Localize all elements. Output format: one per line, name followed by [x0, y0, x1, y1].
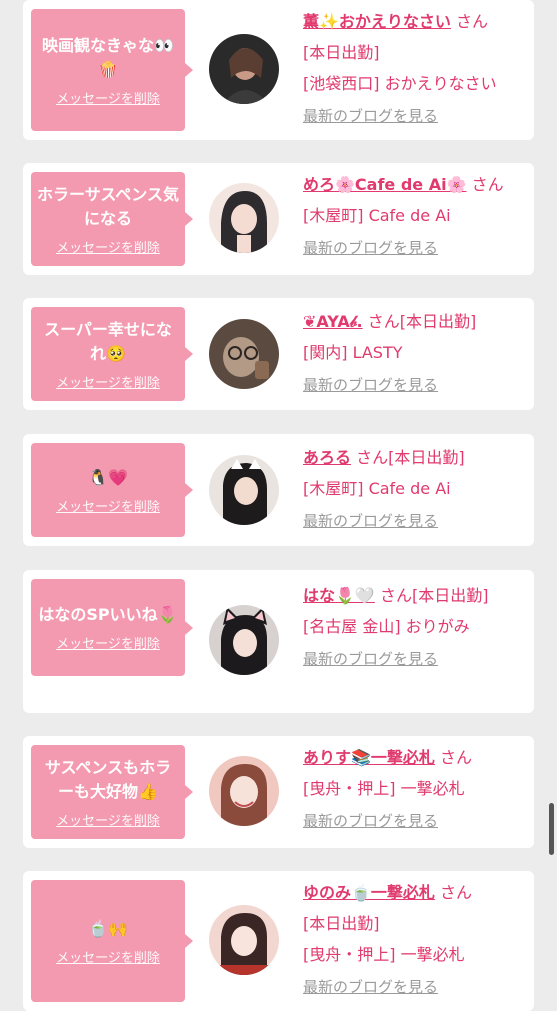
delete-message-link[interactable]: メッセージを削除 — [56, 88, 160, 107]
cast-name-link[interactable]: あろる — [303, 448, 351, 467]
honorific: さん — [456, 12, 489, 31]
blog-link[interactable]: 最新のブログを見る — [303, 644, 531, 675]
cast-info: めろ🌸Cafe de Ai🌸 さん [木屋町] Cafe de Ai 最新のブロ… — [303, 169, 531, 264]
message-text: 🍵🙌 — [88, 918, 128, 938]
cast-status: [本日出勤] — [303, 43, 380, 62]
cast-info: ❦AYA𝒷. さん[本日出勤] [関内] LASTY 最新のブログを見る — [303, 306, 531, 401]
message-text: 映画観なきゃな👀🍿 — [42, 35, 174, 79]
honorific: さん — [440, 748, 473, 767]
cast-name-link[interactable]: 薫✨おかえりなさい — [303, 12, 451, 31]
message-text: スーパー幸せになれ🥺 — [44, 319, 172, 363]
cast-shop: [池袋西口] おかえりなさい — [303, 74, 497, 93]
cast-shop: [木屋町] Cafe de Ai — [303, 479, 451, 498]
avatar[interactable] — [209, 34, 279, 104]
message-card: ホラーサスペンス気になる メッセージを削除 めろ🌸Cafe de Ai🌸 さん … — [23, 163, 534, 275]
message-bubble: はなのSPいいね🌷 メッセージを削除 — [31, 579, 193, 676]
delete-message-link[interactable]: メッセージを削除 — [56, 810, 160, 829]
cast-info: ゆのみ🍵一撃必札 さん [本日出勤] [曳舟・押上] 一撃必札 最新のブログを見… — [303, 877, 531, 1003]
blog-link[interactable]: 最新のブログを見る — [303, 806, 531, 837]
delete-message-link[interactable]: メッセージを削除 — [56, 372, 160, 391]
cast-name-link[interactable]: ゆのみ🍵一撃必札 — [303, 883, 435, 902]
cast-info: あろる さん[本日出勤] [木屋町] Cafe de Ai 最新のブログを見る — [303, 442, 531, 537]
cast-shop: [木屋町] Cafe de Ai — [303, 206, 451, 225]
message-card: 🐧💗 メッセージを削除 あろる さん[本日出勤] [木屋町] Cafe de A… — [23, 434, 534, 546]
avatar[interactable] — [209, 756, 279, 826]
cast-status: [本日出勤] — [303, 914, 380, 933]
cast-info: 薫✨おかえりなさい さん [本日出勤] [池袋西口] おかえりなさい 最新のブロ… — [303, 6, 531, 132]
cast-name-link[interactable]: はな🌷🤍 — [303, 586, 375, 605]
cast-shop: [名古屋 金山] おりがみ — [303, 617, 470, 636]
honorific: さん — [379, 586, 412, 605]
message-card: 🍵🙌 メッセージを削除 ゆのみ🍵一撃必札 さん [本日出勤] [曳舟・押上] 一… — [23, 871, 534, 1011]
delete-message-link[interactable]: メッセージを削除 — [56, 237, 160, 256]
delete-message-link[interactable]: メッセージを削除 — [56, 633, 160, 652]
cast-shop: [曳舟・押上] 一撃必札 — [303, 779, 465, 798]
blog-link[interactable]: 最新のブログを見る — [303, 972, 531, 1003]
avatar[interactable] — [209, 905, 279, 975]
cast-shop: [曳舟・押上] 一撃必札 — [303, 945, 465, 964]
cast-status: [本日出勤] — [399, 312, 477, 331]
message-card: スーパー幸せになれ🥺 メッセージを削除 ❦AYA𝒷. さん[本日出勤] [関内]… — [23, 298, 534, 410]
message-card: 映画観なきゃな👀🍿 メッセージを削除 薫✨おかえりなさい さん [本日出勤] [… — [23, 0, 534, 140]
cast-shop: [関内] LASTY — [303, 343, 403, 362]
blog-link[interactable]: 最新のブログを見る — [303, 233, 531, 264]
message-bubble: サスペンスもホラーも大好物👍 メッセージを削除 — [31, 745, 193, 839]
avatar[interactable] — [209, 605, 279, 675]
message-card: サスペンスもホラーも大好物👍 メッセージを削除 ありす📚一撃必札 さん [曳舟・… — [23, 736, 534, 848]
cast-name-link[interactable]: ありす📚一撃必札 — [303, 748, 435, 767]
message-bubble: スーパー幸せになれ🥺 メッセージを削除 — [31, 307, 193, 401]
message-bubble: 🐧💗 メッセージを削除 — [31, 443, 193, 537]
scrollbar[interactable] — [549, 803, 554, 855]
avatar[interactable] — [209, 183, 279, 253]
cast-name-link[interactable]: めろ🌸Cafe de Ai🌸 — [303, 175, 467, 194]
avatar[interactable] — [209, 455, 279, 525]
cast-info: はな🌷🤍 さん[本日出勤] [名古屋 金山] おりがみ 最新のブログを見る — [303, 580, 531, 675]
message-text: サスペンスもホラーも大好物👍 — [44, 757, 172, 801]
cast-info: ありす📚一撃必札 さん [曳舟・押上] 一撃必札 最新のブログを見る — [303, 742, 531, 837]
honorific: さん — [367, 312, 400, 331]
honorific: さん — [440, 883, 473, 902]
cast-status: [本日出勤] — [388, 448, 465, 467]
honorific: さん — [356, 448, 389, 467]
blog-link[interactable]: 最新のブログを見る — [303, 101, 531, 132]
delete-message-link[interactable]: メッセージを削除 — [56, 947, 160, 966]
avatar[interactable] — [209, 319, 279, 389]
message-text: はなのSPいいね🌷 — [38, 605, 178, 624]
message-text: 🐧💗 — [88, 467, 128, 487]
cast-status: [本日出勤] — [411, 586, 489, 605]
message-text: ホラーサスペンス気になる — [37, 184, 179, 228]
message-bubble: 映画観なきゃな👀🍿 メッセージを削除 — [31, 9, 193, 131]
cast-name-link[interactable]: ❦AYA𝒷. — [303, 312, 363, 331]
blog-link[interactable]: 最新のブログを見る — [303, 370, 531, 401]
honorific: さん — [471, 175, 504, 194]
message-bubble: 🍵🙌 メッセージを削除 — [31, 880, 193, 1002]
blog-link[interactable]: 最新のブログを見る — [303, 506, 531, 537]
delete-message-link[interactable]: メッセージを削除 — [56, 496, 160, 515]
message-card: はなのSPいいね🌷 メッセージを削除 はな🌷🤍 さん[本日出勤] [名古屋 金山… — [23, 570, 534, 713]
message-bubble: ホラーサスペンス気になる メッセージを削除 — [31, 172, 193, 266]
